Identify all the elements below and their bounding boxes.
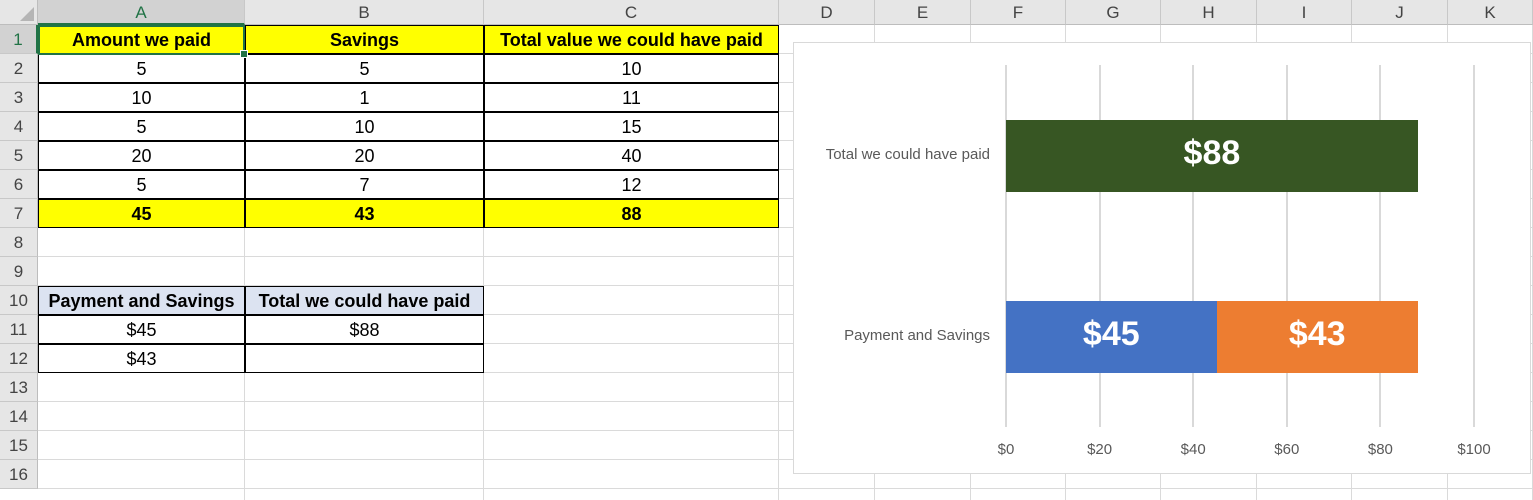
row-header-11[interactable]: 11: [0, 315, 38, 344]
column-header-g[interactable]: G: [1066, 0, 1161, 25]
table1-data-cell[interactable]: 5: [38, 54, 245, 83]
table1-data-cell[interactable]: 11: [484, 83, 779, 112]
table1-data-cell[interactable]: 10: [484, 54, 779, 83]
table2-data-cell[interactable]: $45: [38, 315, 245, 344]
table2-data-cell[interactable]: $43: [38, 344, 245, 373]
row-header-8[interactable]: 8: [0, 228, 38, 257]
row-header-4[interactable]: 4: [0, 112, 38, 141]
column-header-c[interactable]: C: [484, 0, 779, 25]
table1-data-cell[interactable]: 20: [38, 141, 245, 170]
table1-data-cell[interactable]: 12: [484, 170, 779, 199]
column-header-h[interactable]: H: [1161, 0, 1257, 25]
table1-data-cell[interactable]: 5: [38, 170, 245, 199]
table1-data-cell[interactable]: 20: [245, 141, 484, 170]
x-tick-label: $60: [1274, 441, 1300, 458]
row-header-7[interactable]: 7: [0, 199, 38, 228]
row-header-10[interactable]: 10: [0, 286, 38, 315]
chart-gridline: [1473, 65, 1475, 427]
table2-data-cell[interactable]: [245, 344, 484, 373]
column-header-d[interactable]: D: [779, 0, 875, 25]
row-header-12[interactable]: 12: [0, 344, 38, 373]
table1-total-cell[interactable]: 88: [484, 199, 779, 228]
x-tick-label: $100: [1457, 441, 1491, 458]
category-label: Total we could have paid: [825, 145, 990, 163]
gridline-horizontal: [38, 488, 1533, 489]
x-tick-label: $20: [1087, 441, 1113, 458]
x-tick-label: $0: [997, 441, 1015, 458]
column-header-i[interactable]: I: [1257, 0, 1352, 25]
table1-data-cell[interactable]: 7: [245, 170, 484, 199]
row-header-13[interactable]: 13: [0, 373, 38, 402]
table1-data-cell[interactable]: 5: [38, 112, 245, 141]
fill-handle[interactable]: [240, 50, 248, 58]
bar-data-label: $45: [1082, 314, 1140, 353]
table1-total-cell[interactable]: 45: [38, 199, 245, 228]
table1-total-cell[interactable]: 43: [245, 199, 484, 228]
table1-data-cell[interactable]: 40: [484, 141, 779, 170]
row-header-6[interactable]: 6: [0, 170, 38, 199]
row-header-5[interactable]: 5: [0, 141, 38, 170]
category-label: Payment and Savings: [844, 326, 990, 344]
table2-header-cell[interactable]: Total we could have paid: [245, 286, 484, 315]
row-header-16[interactable]: 16: [0, 460, 38, 489]
row-header-9[interactable]: 9: [0, 257, 38, 286]
row-header-15[interactable]: 15: [0, 431, 38, 460]
table1-header-cell[interactable]: Savings: [245, 25, 484, 54]
column-header-j[interactable]: J: [1352, 0, 1448, 25]
column-header-b[interactable]: B: [245, 0, 484, 25]
active-cell-a1[interactable]: [38, 25, 245, 55]
row-header-2[interactable]: 2: [0, 54, 38, 83]
table1-header-cell[interactable]: Total value we could have paid: [484, 25, 779, 54]
table1-data-cell[interactable]: 10: [38, 83, 245, 112]
table1-data-cell[interactable]: 15: [484, 112, 779, 141]
table2-data-cell[interactable]: $88: [245, 315, 484, 344]
row-header-14[interactable]: 14: [0, 402, 38, 431]
row-header-1[interactable]: 1: [0, 25, 38, 54]
x-tick-label: $80: [1367, 441, 1393, 458]
x-tick-label: $40: [1180, 441, 1206, 458]
table1-data-cell[interactable]: 1: [245, 83, 484, 112]
select-all-corner[interactable]: [0, 0, 38, 25]
row-header-3[interactable]: 3: [0, 83, 38, 112]
table1-data-cell[interactable]: 10: [245, 112, 484, 141]
stacked-bar-chart[interactable]: $0 $20 $40 $60 $80 $100 Total we could have pa…: [793, 42, 1531, 474]
table1-data-cell[interactable]: 5: [245, 54, 484, 83]
bar-data-label: $43: [1288, 314, 1346, 353]
bar-data-label: $88: [1183, 133, 1241, 172]
column-header-a[interactable]: A: [38, 0, 245, 25]
table2-header-cell[interactable]: Payment and Savings: [38, 286, 245, 315]
column-header-e[interactable]: E: [875, 0, 971, 25]
column-header-k[interactable]: K: [1448, 0, 1533, 25]
column-header-f[interactable]: F: [971, 0, 1066, 25]
